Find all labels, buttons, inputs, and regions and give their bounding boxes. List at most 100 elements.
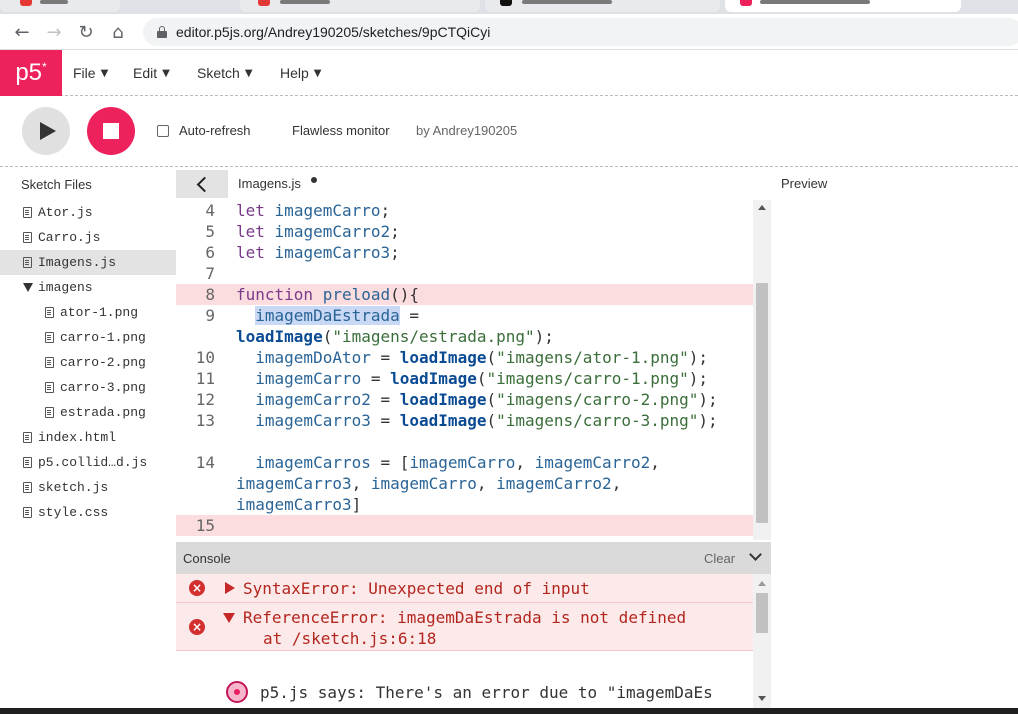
line-number: 4 xyxy=(205,201,215,220)
code-line: imagemDoAtor = loadImage("imagens/ator-1… xyxy=(255,348,709,367)
error-text: ReferenceError: imagemDaEstrada is not d… xyxy=(243,608,687,627)
sidebar-file[interactable]: estrada.png xyxy=(0,400,176,425)
sidebar-title: Sketch Files xyxy=(21,176,92,192)
sketch-toolbar: Auto-refresh Flawless monitor by Andrey1… xyxy=(0,97,1018,167)
tab-title-glyph xyxy=(522,0,612,4)
caret-down-icon: ▼ xyxy=(100,67,109,79)
sidebar-file[interactable]: index.html xyxy=(0,425,176,450)
sidebar-file[interactable]: style.css xyxy=(0,500,176,525)
p5-logo[interactable]: p5 * xyxy=(0,50,62,96)
code-line: imagemCarro3, imagemCarro, imagemCarro2, xyxy=(236,474,622,493)
play-icon xyxy=(40,122,56,140)
collapse-arrow-icon[interactable] xyxy=(223,613,235,623)
line-number: 6 xyxy=(205,243,215,262)
file-name: Ator.js xyxy=(38,205,93,220)
url-bar[interactable]: editor.p5js.org/Andrey190205/sketches/9p… xyxy=(143,18,1018,46)
line-number-error: 8 xyxy=(176,284,227,305)
code-line: imagemCarro = loadImage("imagens/carro-1… xyxy=(255,369,709,388)
file-list: Ator.js Carro.js Imagens.js imagens ator-1.p… xyxy=(0,200,176,525)
sketch-files-sidebar: Sketch Files Ator.js Carro.js Imagens.js im… xyxy=(0,168,176,708)
sidebar-folder[interactable]: imagens xyxy=(0,275,176,300)
code-line: imagemCarro3 = loadImage("imagens/carro-… xyxy=(255,411,718,430)
code-line: function preload(){ xyxy=(236,285,420,304)
project-author: by Andrey190205 xyxy=(416,123,518,138)
error-text: SyntaxError: Unexpected end of input xyxy=(243,579,590,598)
console-header: Console Clear xyxy=(176,542,771,574)
chevron-down-icon[interactable] xyxy=(749,548,762,561)
line-number: 5 xyxy=(205,222,215,241)
code-line: imagemDaEstrada = xyxy=(255,306,420,325)
arrow-right-icon: → xyxy=(46,21,62,43)
sidebar-file[interactable]: Ator.js xyxy=(0,200,176,225)
collapse-sidebar-button[interactable] xyxy=(176,170,228,198)
caret-down-icon: ▼ xyxy=(244,67,253,79)
sidebar-file[interactable]: carro-1.png xyxy=(0,325,176,350)
tab-title-glyph xyxy=(40,0,68,4)
file-name: imagens xyxy=(38,280,93,295)
file-name: carro-2.png xyxy=(60,355,146,370)
menu-help[interactable]: Help ▼ xyxy=(280,50,322,96)
scrollbar-thumb[interactable] xyxy=(756,283,768,523)
file-name: carro-1.png xyxy=(60,330,146,345)
menu-edit[interactable]: Edit ▼ xyxy=(133,50,170,96)
auto-refresh-checkbox[interactable] xyxy=(157,125,169,137)
stop-icon xyxy=(103,123,119,139)
file-name: ator-1.png xyxy=(60,305,139,320)
sidebar-file[interactable]: carro-3.png xyxy=(0,375,176,400)
scrollbar-thumb[interactable] xyxy=(756,593,768,633)
p5-says-message: p5.js says: There's an error due to "ima… xyxy=(260,683,713,702)
sidebar-file[interactable]: Carro.js xyxy=(0,225,176,250)
line-number: 10 xyxy=(195,348,215,367)
scroll-up-icon[interactable] xyxy=(758,205,766,210)
menu-file[interactable]: File ▼ xyxy=(73,50,108,96)
menu-sketch[interactable]: Sketch ▼ xyxy=(197,50,253,96)
stop-button[interactable] xyxy=(87,107,135,155)
clear-console-button[interactable]: Clear xyxy=(704,551,735,566)
console-error-message[interactable]: × ReferenceError: imagemDaEstrada is not… xyxy=(176,603,753,651)
editor-scrollbar[interactable] xyxy=(753,200,771,540)
scroll-up-icon[interactable] xyxy=(758,581,766,586)
console-scrollbar[interactable] xyxy=(753,574,771,708)
line-number: 7 xyxy=(205,264,215,283)
file-icon xyxy=(23,507,32,518)
console-output: × SyntaxError: Unexpected end of input ×… xyxy=(176,574,771,708)
sidebar-file[interactable]: ator-1.png xyxy=(0,300,176,325)
browser-tab[interactable] xyxy=(240,0,480,12)
arrow-left-icon: ← xyxy=(14,21,30,43)
file-icon xyxy=(23,257,32,268)
sidebar-file[interactable]: p5.collid…d.js xyxy=(0,450,176,475)
sidebar-file[interactable]: sketch.js xyxy=(0,475,176,500)
line-number: 11 xyxy=(195,369,215,388)
file-icon xyxy=(23,207,32,218)
scroll-down-icon[interactable] xyxy=(758,696,766,701)
editor-tab-bar: Imagens.js xyxy=(176,168,771,200)
file-icon xyxy=(23,232,32,243)
back-button[interactable]: ← xyxy=(10,20,34,44)
line-number-error: 15 xyxy=(176,515,227,536)
sidebar-file[interactable]: carro-2.png xyxy=(0,350,176,375)
console-title: Console xyxy=(183,551,231,566)
menu-sketch-label: Sketch xyxy=(197,65,240,81)
forward-button[interactable]: → xyxy=(42,20,66,44)
file-name: style.css xyxy=(38,505,109,520)
tab-title-glyph xyxy=(760,0,870,4)
folder-open-icon[interactable] xyxy=(23,283,33,292)
play-button[interactable] xyxy=(22,107,70,155)
chevron-left-icon xyxy=(196,176,212,192)
project-name[interactable]: Flawless monitor xyxy=(292,123,390,138)
caret-down-icon: ▼ xyxy=(162,67,170,79)
home-button[interactable]: ⌂ xyxy=(106,20,130,44)
auto-refresh-label: Auto-refresh xyxy=(179,123,251,138)
youtube-icon xyxy=(258,0,270,6)
error-line-highlight xyxy=(227,515,753,536)
file-name: Carro.js xyxy=(38,230,101,245)
expand-arrow-icon[interactable] xyxy=(225,582,235,594)
code-editor[interactable]: 4 5 6 7 8 9 10 11 12 13 14 15 let imagem… xyxy=(176,200,771,540)
error-icon: × xyxy=(189,580,205,596)
file-name: carro-3.png xyxy=(60,380,146,395)
sidebar-file[interactable]: Imagens.js xyxy=(0,250,176,275)
p5-favicon-icon xyxy=(740,0,752,6)
console-error-message[interactable]: × SyntaxError: Unexpected end of input xyxy=(176,574,753,603)
editor-file-name: Imagens.js xyxy=(238,176,301,191)
reload-button[interactable]: ↻ xyxy=(74,20,98,44)
